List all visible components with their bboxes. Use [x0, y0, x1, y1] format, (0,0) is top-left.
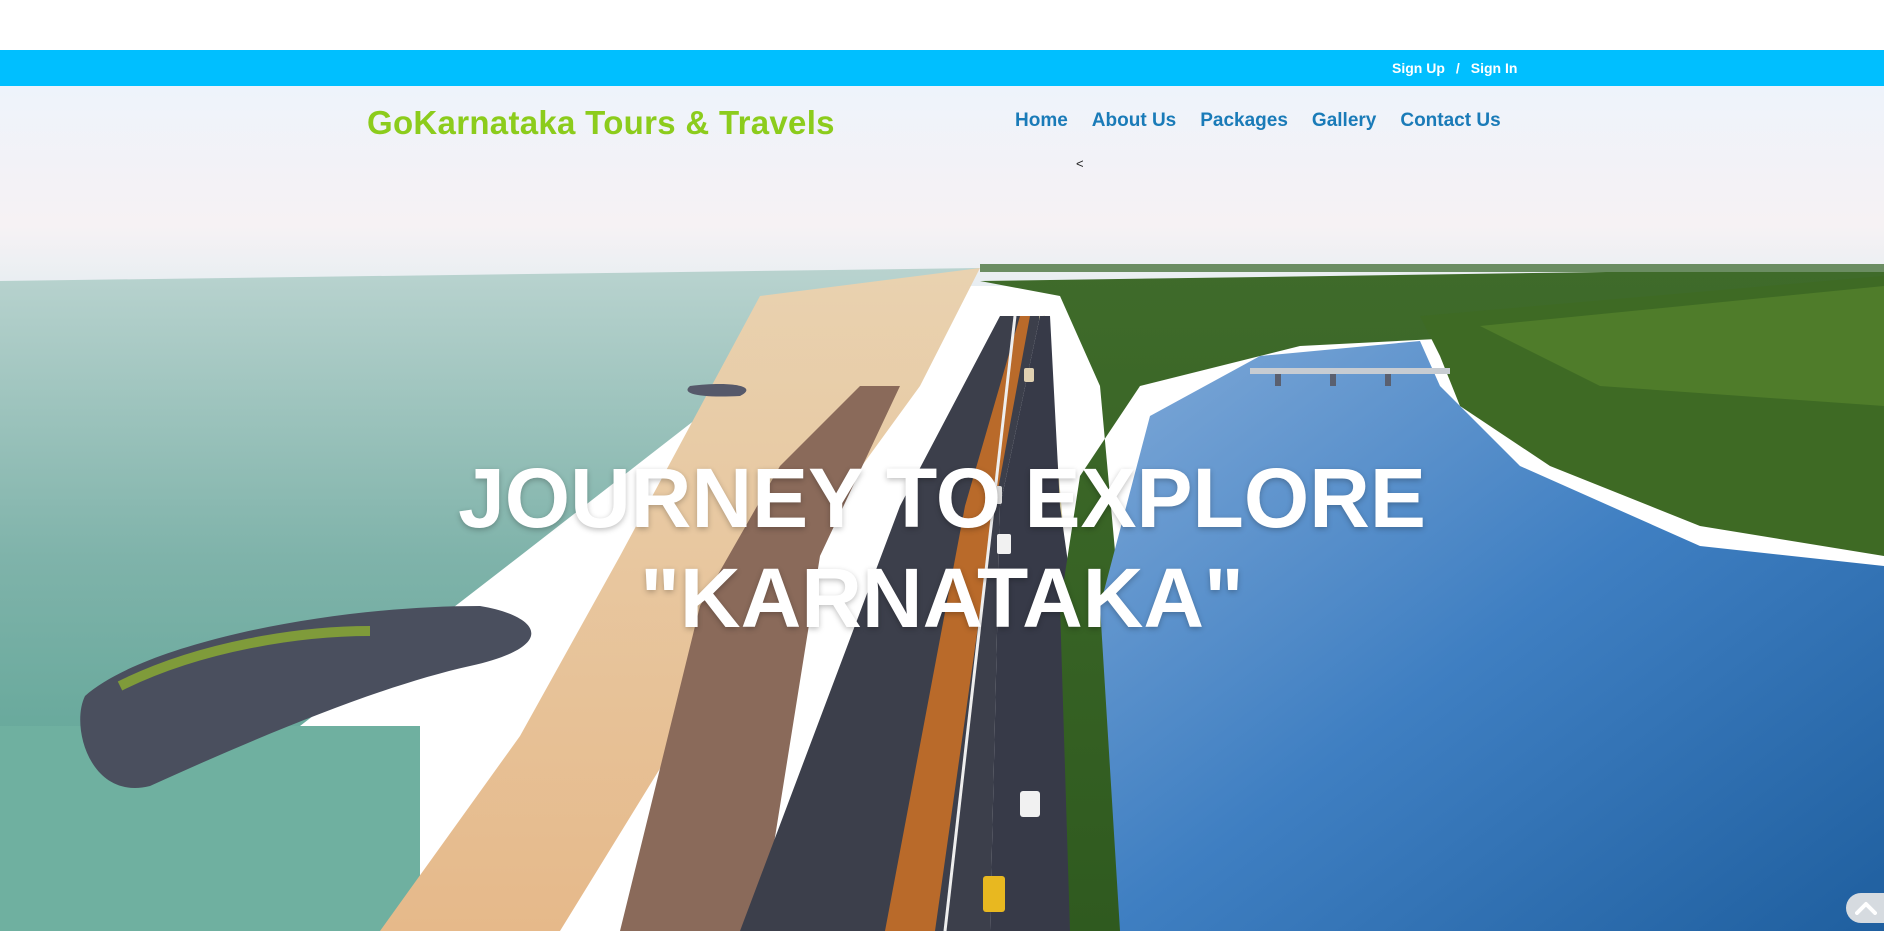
brand-logo-text[interactable]: GoKarnataka Tours & Travels: [367, 104, 835, 142]
site-header: GoKarnataka Tours & Travels Home About U…: [0, 86, 1884, 156]
auth-links: Sign Up / Sign In: [1392, 50, 1517, 86]
hero-headline-line-1: JOURNEY TO EXPLORE: [458, 451, 1426, 545]
nav-contact-us[interactable]: Contact Us: [1400, 110, 1500, 132]
page: Sign Up / Sign In GoKarnataka Tours & Tr…: [0, 0, 1884, 931]
nav-about-us[interactable]: About Us: [1092, 110, 1176, 132]
hero-headline-line-2: "KARNATAKA": [640, 551, 1244, 645]
chevron-up-icon: [1855, 902, 1877, 915]
auth-separator: /: [1455, 60, 1460, 76]
carousel-prev-arrow[interactable]: <: [1076, 156, 1084, 171]
hero-headline: JOURNEY TO EXPLORE "KARNATAKA": [0, 448, 1884, 648]
sign-up-link[interactable]: Sign Up: [1392, 60, 1445, 76]
sign-in-link[interactable]: Sign In: [1471, 60, 1518, 76]
main-nav: Home About Us Packages Gallery Contact U…: [1015, 110, 1501, 132]
nav-gallery[interactable]: Gallery: [1312, 110, 1376, 132]
auth-bar: Sign Up / Sign In: [0, 50, 1884, 86]
scroll-to-top-button[interactable]: [1846, 893, 1884, 923]
nav-packages[interactable]: Packages: [1200, 110, 1288, 132]
nav-home[interactable]: Home: [1015, 110, 1068, 132]
top-blank-area: [0, 0, 1884, 50]
